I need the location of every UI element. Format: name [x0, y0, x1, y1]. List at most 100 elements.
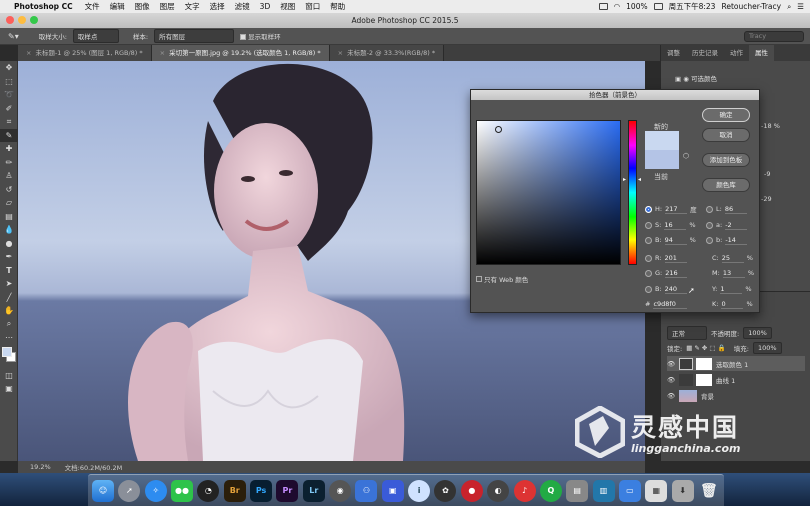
tab-history[interactable]: 历史记录 [686, 45, 724, 61]
qq-icon[interactable]: ◔ [197, 479, 220, 502]
radio-r[interactable] [645, 254, 652, 262]
history-brush-icon[interactable]: ↺ [0, 183, 18, 197]
c-value[interactable]: 25 [721, 254, 744, 263]
premiere-icon[interactable]: Pr [276, 479, 299, 502]
notification-icon[interactable]: ☰ [797, 2, 804, 11]
tab-photo[interactable]: × 采切第一原图.jpg @ 19.2% (选取颜色 1, RGB/8) * [151, 45, 330, 61]
zoom-tool-icon[interactable]: ⌕ [0, 318, 18, 332]
hue-slider[interactable] [628, 120, 637, 265]
field-l[interactable]: L: 86 [706, 204, 750, 214]
quick-mask-icon[interactable]: ◫ [0, 369, 18, 383]
show-ring-checkbox[interactable]: 显示取样环 [240, 31, 281, 41]
tab-actions[interactable]: 动作 [724, 45, 749, 61]
menu-type[interactable]: 文字 [185, 1, 200, 12]
radio-b[interactable] [645, 236, 652, 244]
g-value[interactable]: 216 [665, 269, 688, 278]
menu-layer[interactable]: 图层 [160, 1, 175, 12]
obs-icon[interactable]: ◐ [487, 479, 510, 502]
opacity-input[interactable]: 100% [743, 327, 772, 339]
field-b[interactable]: B: 94% [645, 235, 696, 245]
search-input[interactable]: Tracy [744, 30, 804, 42]
menu-select[interactable]: 选择 [210, 1, 225, 12]
tab-untitled-1[interactable]: × 未标题-1 @ 25% (图层 1, RGB/8) * [18, 45, 152, 61]
field-m[interactable]: M: 13% [712, 268, 754, 278]
menu-edit[interactable]: 编辑 [110, 1, 125, 12]
color-field-cursor[interactable] [495, 126, 502, 133]
menu-window[interactable]: 窗口 [305, 1, 320, 12]
close-tab-icon[interactable]: × [26, 49, 31, 57]
m-value[interactable]: 13 [722, 269, 745, 278]
eraser-tool-icon[interactable]: ▱ [0, 196, 18, 210]
clock[interactable]: 周五下午8:23 [669, 1, 716, 12]
ok-button[interactable]: 确定 [702, 108, 750, 122]
close-tab-icon[interactable]: × [338, 49, 343, 57]
more-tools-icon[interactable]: ⋯ [0, 331, 18, 345]
preview-icon[interactable]: ▤ [566, 479, 589, 502]
radio-blue[interactable] [645, 285, 652, 293]
a-value[interactable]: -2 [725, 221, 748, 230]
cancel-button[interactable]: 取消 [702, 128, 750, 142]
tab-adjustments[interactable]: 调整 [661, 45, 686, 61]
lightroom-icon[interactable]: Lr [302, 479, 325, 502]
minimize-window-button[interactable] [18, 16, 26, 24]
wechat-icon[interactable]: ●● [171, 479, 194, 502]
app-icon-screen[interactable]: ▦ [645, 479, 668, 502]
line-tool-icon[interactable]: ╱ [0, 291, 18, 305]
l-value[interactable]: 86 [724, 205, 747, 214]
hue-arrow-right-icon[interactable]: ◂ [638, 176, 641, 183]
app-menu[interactable]: Photoshop CC [14, 2, 73, 11]
cinema-icon[interactable]: ◉ [329, 479, 352, 502]
layer-row-selective-color[interactable]: 👁 选取颜色 1 [667, 356, 805, 371]
screen-icon[interactable] [598, 3, 608, 10]
menu-view[interactable]: 视图 [280, 1, 295, 12]
sample-select[interactable]: 所有图层 [154, 29, 235, 43]
radio-a[interactable] [706, 221, 713, 229]
app-icon-q[interactable]: Q [539, 479, 562, 502]
color-field[interactable] [476, 120, 621, 265]
color-libraries-button[interactable]: 颜色库 [702, 178, 750, 192]
field-k[interactable]: K: 0% [712, 299, 753, 309]
radio-g[interactable] [645, 269, 652, 277]
trash-icon[interactable]: 🗑 [698, 480, 720, 502]
lasso-tool-icon[interactable]: ➰ [0, 88, 18, 102]
hue-arrow-left-icon[interactable]: ▸ [623, 176, 626, 183]
crop-tool-icon[interactable]: ⌗ [0, 115, 18, 129]
blue-value[interactable]: 240 [664, 285, 687, 294]
close-tab-icon[interactable]: × [160, 49, 165, 57]
wifi-icon[interactable]: ◠ [614, 2, 621, 11]
color-swatches[interactable] [0, 345, 17, 369]
hand-tool-icon[interactable]: ✋ [0, 304, 18, 318]
app-icon-tv[interactable]: ▣ [381, 479, 404, 502]
field-h[interactable]: H: 217 度 [645, 204, 697, 214]
keynote-icon[interactable]: ▭ [618, 479, 641, 502]
field-s[interactable]: S: 16% [645, 220, 696, 230]
bridge-icon[interactable]: Br [223, 479, 246, 502]
menu-help[interactable]: 帮助 [330, 1, 345, 12]
radio-l[interactable] [706, 205, 713, 213]
menu-image[interactable]: 图像 [135, 1, 150, 12]
photoshop-icon[interactable]: Ps [250, 479, 273, 502]
h-value[interactable]: 217 [665, 205, 688, 214]
move-tool-icon[interactable]: ✥ [0, 61, 18, 75]
launchpad-icon[interactable]: ➚ [118, 479, 141, 502]
eye-icon[interactable]: 👁 [667, 392, 679, 400]
b-value[interactable]: 94 [664, 236, 687, 245]
close-window-button[interactable] [6, 16, 14, 24]
path-select-icon[interactable]: ➤ [0, 277, 18, 291]
doc-size[interactable]: 文档:60.2M/60.2M [65, 462, 123, 472]
davinci-icon[interactable]: ✿ [434, 479, 457, 502]
lab-b-value[interactable]: -14 [725, 236, 748, 245]
blur-tool-icon[interactable]: 💧 [0, 223, 18, 237]
eye-icon[interactable]: 👁 [667, 360, 679, 368]
app-icon-record[interactable]: ● [460, 479, 483, 502]
downloads-stack-icon[interactable]: ⬇ [671, 479, 694, 502]
cube-icon[interactable]: ⬡ [683, 152, 689, 160]
zoom-window-button[interactable] [30, 16, 38, 24]
web-only-checkbox[interactable]: 只有 Web 颜色 [476, 274, 528, 284]
screen-mode-icon[interactable]: ▣ [0, 382, 18, 396]
field-a[interactable]: a: -2 [706, 220, 750, 230]
layer-row-curves[interactable]: 👁 曲线 1 [667, 372, 805, 387]
current-color-swatch[interactable] [645, 150, 679, 169]
eyedropper-tool-icon[interactable]: ✎▾ [8, 32, 19, 41]
healing-tool-icon[interactable]: ✚ [0, 142, 18, 156]
